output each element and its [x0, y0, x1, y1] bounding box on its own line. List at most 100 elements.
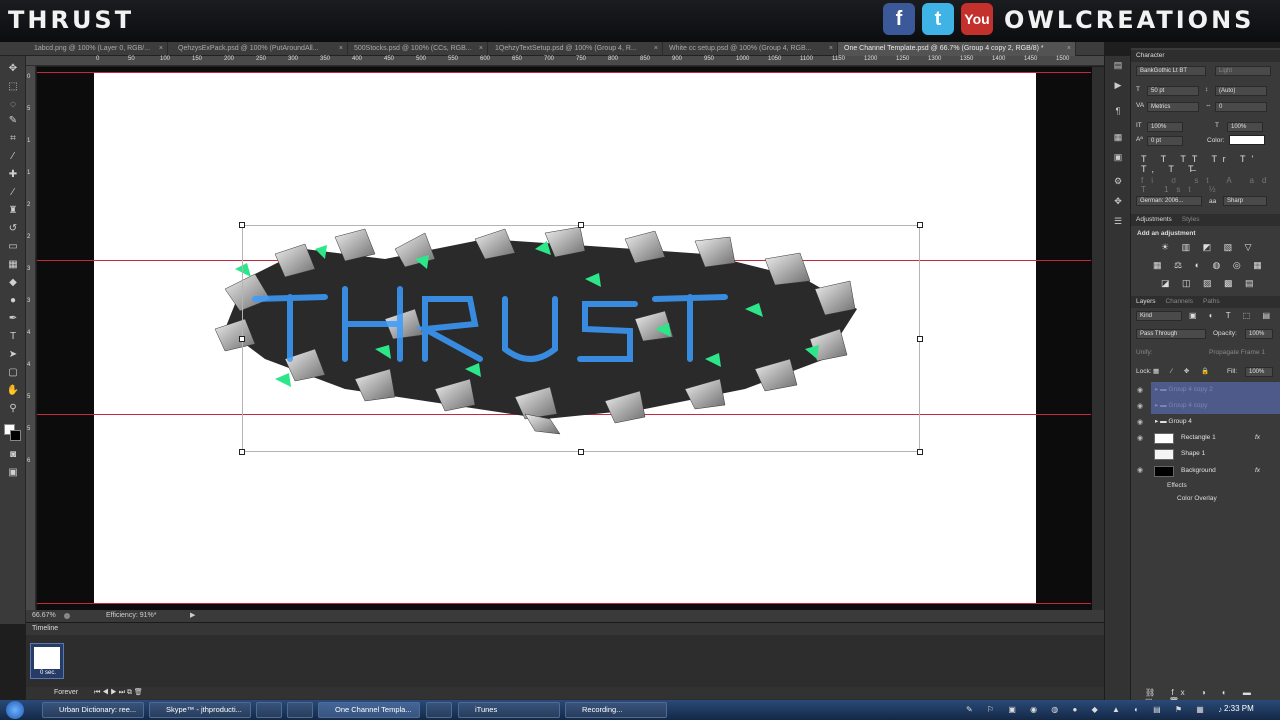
- screen-mode-icon[interactable]: ▣: [5, 466, 21, 480]
- lasso-tool-icon[interactable]: ◌: [5, 98, 21, 112]
- layer-row[interactable]: Rectangle 1 fx: [1151, 430, 1280, 446]
- doc-tab[interactable]: 500Stocks.psd @ 100% (CCs, RGB... ×: [348, 42, 488, 56]
- tab-styles[interactable]: Styles: [1177, 216, 1205, 223]
- character-panel-header[interactable]: Character: [1131, 50, 1280, 62]
- doc-tab-active[interactable]: One Channel Template.psd @ 66.7% (Group …: [838, 42, 1076, 56]
- paragraph-icon[interactable]: ¶: [1111, 106, 1125, 118]
- taskbar-item-app[interactable]: [287, 702, 313, 718]
- brush-presets-icon[interactable]: ▦: [1111, 132, 1125, 144]
- transform-handle[interactable]: [917, 336, 923, 342]
- transform-handle[interactable]: [239, 336, 245, 342]
- stamp-tool-icon[interactable]: ♜: [5, 204, 21, 218]
- antialias-select[interactable]: Sharp: [1223, 196, 1267, 206]
- taskbar-item-recording[interactable]: Recording...: [565, 702, 667, 718]
- status-menu-arrow-icon[interactable]: ▶: [190, 610, 195, 622]
- taskbar-item-skype[interactable]: Skype™ - jthproducti...: [149, 702, 251, 718]
- leading-field[interactable]: (Auto): [1215, 86, 1267, 96]
- type-tool-icon[interactable]: T: [5, 330, 21, 344]
- brush-tool-icon[interactable]: ∕: [5, 186, 21, 200]
- close-icon[interactable]: ×: [829, 42, 833, 56]
- visibility-eye-icon[interactable]: ◉: [1137, 434, 1147, 444]
- healing-tool-icon[interactable]: ✚: [5, 168, 21, 182]
- color-overlay-effect[interactable]: Color Overlay: [1177, 495, 1217, 502]
- zoom-tool-icon[interactable]: ⚲: [5, 402, 21, 416]
- path-select-tool-icon[interactable]: ➤: [5, 348, 21, 362]
- info-icon[interactable]: ✥: [1111, 196, 1125, 208]
- expand-arrow-icon[interactable]: ▸: [1151, 402, 1158, 409]
- lock-icons[interactable]: ▦ ∕ ✥ 🔒: [1153, 367, 1214, 375]
- doc-tab[interactable]: White cc setup.psd @ 100% (Group 4, RGB.…: [663, 42, 838, 56]
- fx-icon[interactable]: fx: [1255, 463, 1260, 479]
- horizontal-scale-field[interactable]: 100%: [1227, 122, 1263, 132]
- tab-adjustments[interactable]: Adjustments: [1131, 216, 1177, 223]
- tab-layers[interactable]: Layers: [1131, 298, 1161, 305]
- baseline-shift-field[interactable]: 0 pt: [1147, 136, 1183, 146]
- font-family-select[interactable]: BankGothic Lt BT: [1136, 66, 1206, 76]
- layer-filter-icons[interactable]: ▣ ◐ T ⬚ ▤: [1189, 311, 1275, 320]
- adjustment-icons-row[interactable]: ◪ ◫ ▨ ▩ ▤: [1161, 278, 1259, 289]
- close-icon[interactable]: ×: [339, 42, 343, 56]
- start-button[interactable]: [6, 701, 24, 719]
- ruler-vertical[interactable]: 0 5 1 1 2 2 3 3 4 4 5 5 6: [26, 66, 36, 610]
- visibility-eye-icon[interactable]: ◉: [1137, 386, 1147, 396]
- loop-select[interactable]: Forever: [54, 689, 78, 696]
- expand-arrow-icon[interactable]: ▸: [1151, 418, 1158, 425]
- transform-handle[interactable]: [578, 449, 584, 455]
- blur-tool-icon[interactable]: ◆: [5, 276, 21, 290]
- crop-tool-icon[interactable]: ⌗: [5, 132, 21, 146]
- fill-field[interactable]: 100%: [1245, 367, 1273, 377]
- taskbar-item-explorer[interactable]: [256, 702, 282, 718]
- playback-controls-icon[interactable]: ⏮ ◀ ▶ ⏭ ⧉ 🗑: [94, 689, 143, 696]
- background-color-swatch[interactable]: [10, 430, 21, 441]
- adjustment-icons-row[interactable]: ▦ ⚖ ◐ ◍ ◎ ▦: [1153, 260, 1267, 271]
- frame-delay[interactable]: 0 sec.: [31, 670, 65, 676]
- taskbar-item-itunes[interactable]: iTunes: [458, 702, 560, 718]
- visibility-eye-icon[interactable]: ◉: [1137, 466, 1147, 476]
- guide-line[interactable]: [37, 72, 1091, 73]
- close-icon[interactable]: ×: [1067, 42, 1071, 56]
- transform-handle[interactable]: [578, 222, 584, 228]
- taskbar-item-chrome[interactable]: Urban Dictionary: ree...: [42, 702, 144, 718]
- language-select[interactable]: German: 2006...: [1136, 196, 1202, 206]
- history-brush-tool-icon[interactable]: ↺: [5, 222, 21, 236]
- properties-icon[interactable]: ☰: [1111, 216, 1125, 228]
- taskbar-item-app[interactable]: [426, 702, 452, 718]
- blend-mode-select[interactable]: Pass Through: [1136, 329, 1206, 339]
- tracking-field[interactable]: 0: [1215, 102, 1267, 112]
- transform-handle[interactable]: [917, 449, 923, 455]
- close-icon[interactable]: ×: [159, 42, 163, 56]
- vertical-scale-field[interactable]: 100%: [1147, 122, 1183, 132]
- type-style-buttons-icon[interactable]: T T TT Tr T' T, T T̶: [1141, 154, 1280, 174]
- gradient-tool-icon[interactable]: ▦: [5, 258, 21, 272]
- text-color-swatch[interactable]: [1229, 135, 1265, 145]
- actions-icon[interactable]: ▶: [1111, 80, 1125, 92]
- quick-select-tool-icon[interactable]: ✎: [5, 114, 21, 128]
- transform-handle[interactable]: [239, 449, 245, 455]
- taskbar-item-photoshop[interactable]: One Channel Templa...: [318, 702, 420, 718]
- layer-row[interactable]: ▸ ▬ Group 4: [1151, 414, 1280, 430]
- adjustment-icons-row[interactable]: ☀ ▥ ◩ ▧ ▽: [1161, 242, 1257, 253]
- zoom-level[interactable]: 66.67%: [32, 610, 56, 622]
- close-icon[interactable]: ×: [654, 42, 658, 56]
- eraser-tool-icon[interactable]: ▭: [5, 240, 21, 254]
- transform-handle[interactable]: [917, 222, 923, 228]
- fx-icon[interactable]: fx: [1255, 430, 1260, 446]
- kerning-field[interactable]: Metrics: [1147, 102, 1199, 112]
- dodge-tool-icon[interactable]: ●: [5, 294, 21, 308]
- marquee-tool-icon[interactable]: ⬚: [5, 80, 21, 94]
- font-size-field[interactable]: 50 pt: [1147, 86, 1199, 96]
- layer-row[interactable]: Shape 1: [1151, 446, 1280, 462]
- eyedropper-tool-icon[interactable]: ⁄: [5, 150, 21, 164]
- visibility-eye-icon[interactable]: ◉: [1137, 402, 1147, 412]
- animation-frame[interactable]: 0 sec.: [30, 643, 64, 679]
- layer-filter-select[interactable]: Kind: [1136, 311, 1182, 321]
- close-icon[interactable]: ×: [479, 42, 483, 56]
- doc-tab[interactable]: 1QehzyTextSetup.psd @ 100% (Group 4, R..…: [489, 42, 663, 56]
- shape-tool-icon[interactable]: ▢: [5, 366, 21, 380]
- doc-tab[interactable]: QehzysExPack.psd @ 100% (PutAroundAll...…: [172, 42, 348, 56]
- layer-row[interactable]: Background fx: [1151, 463, 1280, 479]
- transform-handle[interactable]: [239, 222, 245, 228]
- opacity-field[interactable]: 100%: [1245, 329, 1273, 339]
- hand-tool-icon[interactable]: ✋: [5, 384, 21, 398]
- layer-row[interactable]: ▸ ▬ Group 4 copy: [1151, 398, 1280, 414]
